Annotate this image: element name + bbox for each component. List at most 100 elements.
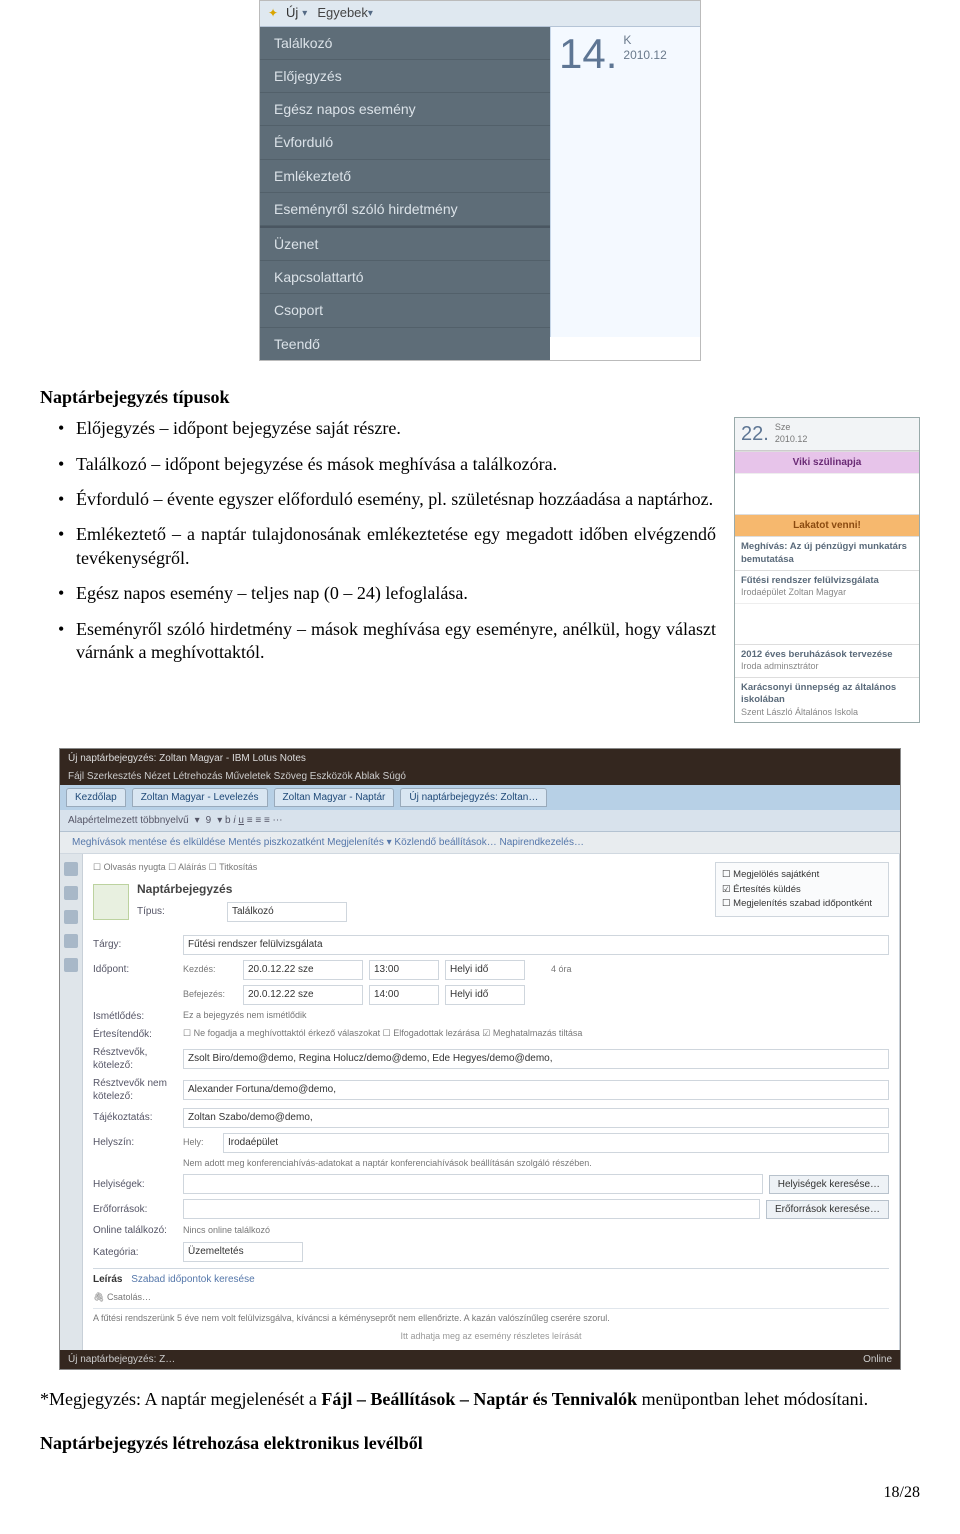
start-time[interactable]: 13:00 (369, 960, 439, 980)
allday-event: Viki szülinapja (735, 451, 919, 473)
online-label: Online találkozó: (93, 1224, 183, 1237)
event-title: Meghívás: Az új pénzügyi munkatárs bemut… (741, 541, 913, 566)
resources-button[interactable]: Erőforrások keresése… (766, 1200, 889, 1219)
calendar-preview: 14. K2010.12 (550, 27, 700, 337)
location-input[interactable]: Irodaépület (223, 1133, 889, 1153)
screenshot-day-sidebar: 22. Sze 2010.12 Viki szülinapja Lakatot v… (734, 417, 920, 723)
timezone[interactable]: Helyi idő (445, 985, 525, 1005)
tab[interactable]: Zoltan Magyar - Levelezés (132, 788, 268, 807)
tab[interactable]: Zoltan Magyar - Naptár (274, 788, 395, 807)
status-online: Online (863, 1353, 892, 1366)
required-input[interactable]: Zsolt Biro/demo@demo, Regina Holucz/demo… (183, 1049, 889, 1069)
list-item: Évforduló – évente egyszer előforduló es… (40, 488, 716, 511)
options-box: ☐ Megjelölés sajátként ☑ Értesítés küldé… (715, 862, 889, 917)
menu-item[interactable]: Emlékeztető (260, 160, 550, 193)
dropdown-caret-icon: ▾ (368, 7, 373, 20)
type-select[interactable]: Találkozó (227, 902, 347, 922)
event-sub: Szent László Általános Iskola (741, 707, 913, 719)
category-input[interactable]: Üzemeltetés (183, 1242, 303, 1262)
start-date[interactable]: 20.0.12.22 sze (243, 960, 363, 980)
side-icon-strip (60, 854, 83, 1350)
form-heading: Naptárbejegyzés (137, 882, 353, 898)
menu-item[interactable]: Találkozó (260, 27, 550, 60)
required-label: Résztvevők, kötelező: (93, 1046, 183, 1072)
list-item: Egész napos esemény – teljes nap (0 – 24… (40, 582, 716, 605)
category-label: Kategória: (93, 1246, 183, 1259)
rooms-button[interactable]: Helyiségek keresése… (769, 1175, 889, 1194)
repeat-value: Ez a bejegyzés nem ismétlődik (183, 1010, 307, 1022)
notify-checks: ☐ Ne fogadja a meghívottaktól érkező vál… (183, 1028, 582, 1040)
calendar-icon (64, 862, 78, 876)
entry-types-list: Előjegyzés – időpont bejegyzése saját ré… (40, 417, 716, 664)
optional-label: Résztvevők nem kötelező: (93, 1077, 183, 1103)
event-title: Karácsonyi ünnepség az általános iskoláb… (741, 682, 913, 707)
attach-link[interactable]: Csatolás… (107, 1292, 151, 1302)
list-item: Találkozó – időpont bejegyzése és mások … (40, 453, 716, 476)
fyi-input[interactable]: Zoltan Szabo/demo@demo, (183, 1108, 889, 1128)
description-hint: Itt adhatja meg az esemény részletes leí… (93, 1331, 889, 1343)
location-icon (64, 934, 78, 948)
fyi-label: Tájékoztatás: (93, 1111, 183, 1124)
menu-item[interactable]: Eseményről szóló hirdetmény (260, 193, 550, 226)
taskbar-tab: Új naptárbejegyzés: Z… (68, 1353, 175, 1366)
menu-item[interactable]: Előjegyzés (260, 60, 550, 93)
description-label: Leírás (93, 1274, 122, 1285)
menu-item[interactable]: Évforduló (260, 126, 550, 159)
tab[interactable]: Kezdőlap (66, 788, 126, 807)
subject-input[interactable]: Fűtési rendszer felülvizsgálata (183, 935, 889, 955)
menu-item[interactable]: Üzenet (260, 228, 550, 261)
screenshot-calendar-form: Új naptárbejegyzés: Zoltan Magyar - IBM … (59, 748, 901, 1370)
event-title: 2012 éves beruházások tervezése (741, 649, 913, 661)
date: 2010.12 (775, 434, 808, 444)
optional-input[interactable]: Alexander Fortuna/demo@demo, (183, 1080, 889, 1100)
clock-icon (64, 886, 78, 900)
menu-item[interactable]: Kapcsolattartó (260, 261, 550, 294)
day-number: 14. (559, 33, 617, 75)
resources-label: Erőforrások: (93, 1203, 183, 1216)
event-title: Fűtési rendszer felülvizsgálata (741, 575, 913, 587)
timezone[interactable]: Helyi idő (445, 960, 525, 980)
repeat-label: Ismétlődés: (93, 1010, 183, 1023)
subject-label: Tárgy: (93, 938, 183, 951)
dropdown-caret-icon: ▾ (302, 7, 307, 20)
font-size: 9 (206, 814, 212, 827)
window-title: Új naptárbejegyzés: Zoltan Magyar - IBM … (60, 749, 900, 768)
event-sub: Iroda adminsztrátor (741, 661, 913, 673)
date-label: 2010.12 (623, 48, 666, 62)
font-name: Alapértelmezett többnyelvű (68, 814, 189, 827)
uj-button-label: Új (286, 5, 298, 22)
notify-label: Értesítendők: (93, 1028, 183, 1041)
description-text: A fűtési rendszerünk 5 éve nem volt felü… (93, 1308, 889, 1325)
event-sub: Irodaépület Zoltan Magyar (741, 587, 913, 599)
section-title: Naptárbejegyzés típusok (40, 386, 920, 409)
tag-icon (64, 958, 78, 972)
allday-event: Lakatot venni! (735, 514, 919, 536)
weekday: Sze (775, 422, 791, 432)
menu-item[interactable]: Teendő (260, 328, 550, 360)
end-date[interactable]: 20.0.12.22 sze (243, 985, 363, 1005)
section-title: Naptárbejegyzés létrehozása elektronikus… (40, 1432, 920, 1455)
weekday: K (623, 33, 631, 47)
people-icon (64, 910, 78, 924)
egyebek-button-label: Egyebek (317, 5, 368, 22)
day-number: 22. (741, 421, 769, 447)
location-label: Helyszín: (93, 1136, 183, 1149)
menubar: Fájl Szerkesztés Nézet Létrehozás Művele… (60, 768, 900, 785)
action-bar: Meghívások mentése és elküldése Mentés p… (60, 832, 900, 854)
calendar-big-icon (93, 884, 129, 920)
star-icon: ✦ (266, 6, 280, 20)
menu-item[interactable]: Csoport (260, 294, 550, 327)
tab-active[interactable]: Új naptárbejegyzés: Zoltan… (400, 788, 547, 807)
menu-item[interactable]: Egész napos esemény (260, 93, 550, 126)
list-item: Eseményről szóló hirdetmény – mások megh… (40, 618, 716, 665)
online-value: Nincs online találkozó (183, 1225, 270, 1237)
end-time[interactable]: 14:00 (369, 985, 439, 1005)
list-item: Előjegyzés – időpont bejegyzése saját ré… (40, 417, 716, 440)
location-note: Nem adott meg konferenciahívás-adatokat … (183, 1158, 592, 1170)
page-number: 18/28 (40, 1483, 920, 1504)
free-time-link[interactable]: Szabad időpontok keresése (131, 1274, 254, 1285)
rooms-label: Helyiségek: (93, 1178, 183, 1191)
screenshot-dropdown: ✦ Új ▾ Egyebek ▾ Találkozó Előjegyzés Eg… (259, 0, 701, 361)
list-item: Emlékeztető – a naptár tulajdonosának em… (40, 523, 716, 570)
note-paragraph: *Megjegyzés: A naptár megjelenését a Fáj… (40, 1388, 920, 1411)
